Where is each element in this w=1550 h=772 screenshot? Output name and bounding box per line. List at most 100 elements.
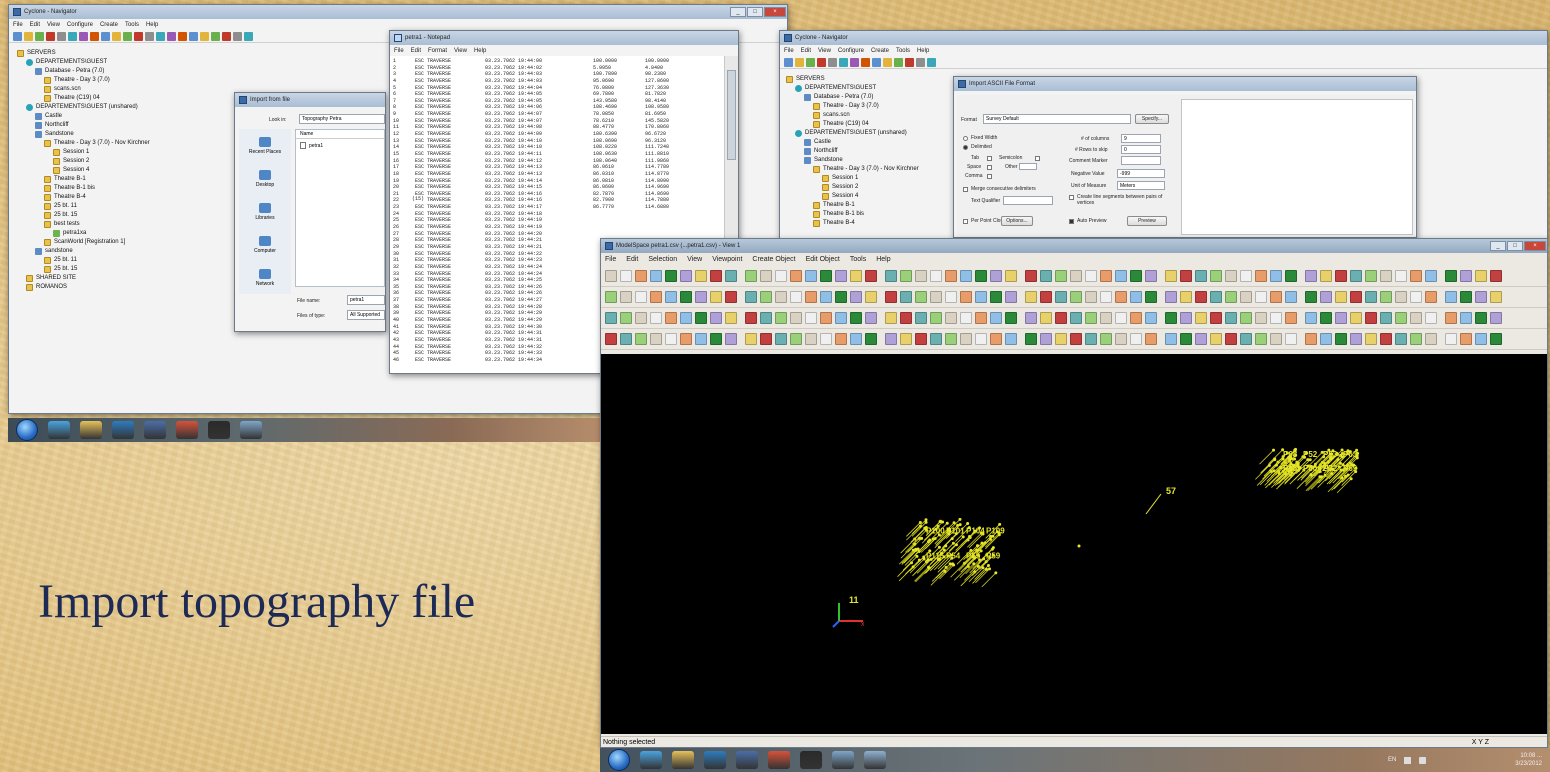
toolbar-button[interactable] [883,57,892,67]
tool-button[interactable] [930,270,942,282]
tool-button[interactable] [665,291,677,303]
tool-button[interactable] [1055,291,1067,303]
file-list[interactable]: Name petra1 [295,129,385,287]
maximize-button[interactable]: □ [1507,241,1523,251]
tool-button[interactable] [710,291,722,303]
tool-button[interactable] [1210,333,1222,345]
toolbar-button[interactable] [101,31,110,41]
cyclone-icon[interactable] [736,751,758,769]
tree-node[interactable]: Castle [786,138,919,147]
notepad-titlebar[interactable]: petra1 - Notepad [390,31,738,45]
3d-viewport[interactable]: P100 P101 P104 P109 P115 P54 P55 P59 P68 P52 P53 P… [601,354,1547,734]
tool-button[interactable] [1285,312,1297,324]
tool-button[interactable] [745,291,757,303]
tool-button[interactable] [790,333,802,345]
tool-button[interactable] [1380,333,1392,345]
minimize-button[interactable]: _ [730,7,746,17]
tree-node[interactable]: sandstone [17,247,150,256]
tool-button[interactable] [1395,270,1407,282]
tool-button[interactable] [1335,291,1347,303]
tool-button[interactable] [605,291,617,303]
tool-button[interactable] [725,291,737,303]
tool-button[interactable] [760,312,772,324]
tool-button[interactable] [1100,312,1112,324]
tool-button[interactable] [1085,312,1097,324]
tool-button[interactable] [1055,270,1067,282]
tree-node[interactable]: Castle [17,112,150,121]
tree-node[interactable]: DEPARTEMENTS\GUEST (unshared) [786,129,919,138]
tree-node[interactable]: 25 bt. 11 [17,202,150,211]
tree-node[interactable]: Session 1 [17,148,150,157]
toolbar-button[interactable] [916,57,925,67]
tool-button[interactable] [805,312,817,324]
tool-button[interactable] [1445,312,1457,324]
menu-item[interactable]: Create Object [752,256,795,263]
tool-button[interactable] [1445,291,1457,303]
auto-preview-checkbox[interactable] [1069,219,1074,224]
tool-button[interactable] [775,333,787,345]
tool-button[interactable] [1425,333,1437,345]
menu-item[interactable]: View [47,22,60,28]
toolbar-button[interactable] [178,31,187,41]
tool-button[interactable] [775,270,787,282]
tree-node[interactable]: 25 bt. 15 [17,211,150,220]
tool-button[interactable] [1285,270,1297,282]
tool-button[interactable] [1320,270,1332,282]
ie-icon[interactable] [640,751,662,769]
tool-button[interactable] [1025,291,1037,303]
tree-node[interactable]: ROMANOS [17,283,150,292]
place-item[interactable]: Computer [239,228,291,261]
tool-button[interactable] [1130,270,1142,282]
tool-button[interactable] [960,270,972,282]
tool-button[interactable] [885,270,897,282]
chrome-icon[interactable] [800,751,822,769]
tool-button[interactable] [1410,312,1422,324]
minimize-button[interactable]: _ [1490,241,1506,251]
tool-button[interactable] [1040,333,1052,345]
tool-button[interactable] [1055,312,1067,324]
tool-button[interactable] [650,270,662,282]
tool-button[interactable] [1350,312,1362,324]
other-input[interactable] [1019,163,1037,170]
tool-button[interactable] [725,333,737,345]
tool-button[interactable] [945,291,957,303]
file-item[interactable]: petra1 [296,142,384,149]
menu-item[interactable]: Edit [626,256,638,263]
tool-button[interactable] [760,270,772,282]
tree-node[interactable]: SERVERS [17,49,150,58]
negative-value-select[interactable]: -999 [1117,169,1165,178]
tool-button[interactable] [1365,291,1377,303]
tool-button[interactable] [975,333,987,345]
tool-button[interactable] [745,333,757,345]
tool-button[interactable] [1040,270,1052,282]
tool-button[interactable] [1410,291,1422,303]
place-item[interactable]: Libraries [239,195,291,228]
tool-button[interactable] [680,270,692,282]
clock[interactable]: 10:08 ... 3/23/2012 [1515,752,1542,768]
explorer-icon[interactable] [80,421,102,439]
tool-button[interactable] [1130,333,1142,345]
tool-button[interactable] [665,312,677,324]
tree-view[interactable]: SERVERS DEPARTEMENTS\GUEST Database - Petr… [17,49,150,292]
toolbar-button[interactable] [112,31,121,41]
toolbar-button[interactable] [156,31,165,41]
tool-button[interactable] [1490,333,1502,345]
close-button[interactable]: × [1524,241,1546,251]
tree-node[interactable]: scans.scn [786,111,919,120]
tool-button[interactable] [1395,333,1407,345]
tree-node[interactable]: Northcliff [17,121,150,130]
tool-button[interactable] [1350,291,1362,303]
tool-button[interactable] [1255,333,1267,345]
tool-button[interactable] [1475,270,1487,282]
tool-button[interactable] [1195,312,1207,324]
tree-node[interactable]: Theatre B-4 [786,219,919,228]
tool-button[interactable] [885,333,897,345]
tree-node[interactable]: Session 2 [17,157,150,166]
menu-item[interactable]: Configure [67,22,93,28]
toolbar-button[interactable] [894,57,903,67]
tool-button[interactable] [1335,270,1347,282]
merge-checkbox[interactable] [963,187,968,192]
toolbar-button[interactable] [806,57,815,67]
tool-button[interactable] [1365,333,1377,345]
tree-node[interactable]: SHARED SITE [17,274,150,283]
